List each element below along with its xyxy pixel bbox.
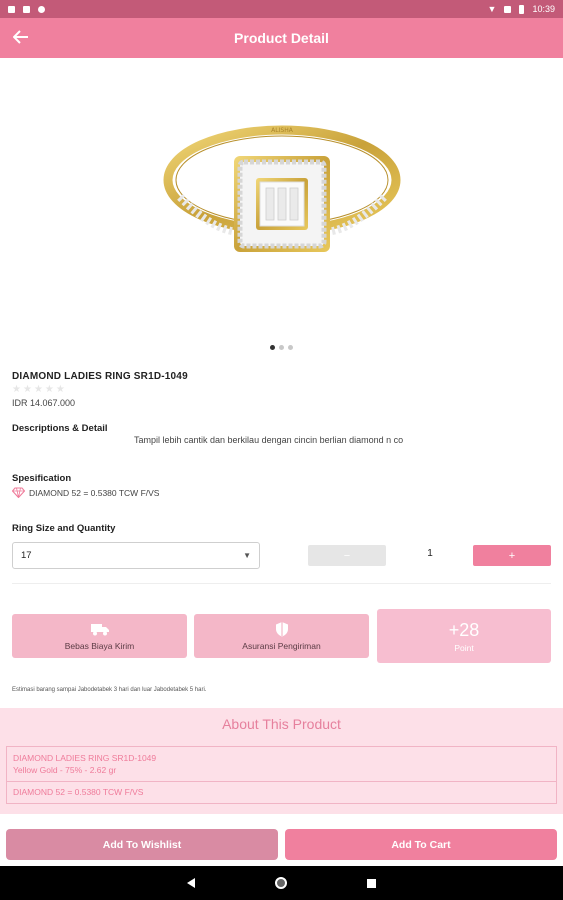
about-product-details: DIAMOND LADIES RING SR1D-1049 Yellow Gol… (6, 746, 557, 782)
back-arrow-icon[interactable] (10, 26, 32, 48)
specification-row: DIAMOND 52 = 0.5380 TCW F/VS (12, 487, 159, 498)
status-bar: ▼ 10:39 (0, 0, 563, 18)
star-icon: ★ (12, 384, 21, 395)
star-icon: ★ (44, 384, 54, 395)
about-product-section: About This Product DIAMOND LADIES RING S… (0, 708, 563, 814)
descriptions-heading: Descriptions & Detail (12, 423, 108, 434)
about-product-diamond: DIAMOND 52 = 0.5380 TCW F/VS (6, 782, 557, 804)
app-bar: Product Detail (0, 18, 563, 58)
quantity-decrease-button[interactable]: − (308, 545, 386, 566)
nav-recent-apps-icon[interactable] (367, 878, 376, 888)
chevron-down-icon: ▼ (243, 551, 251, 560)
pager-dot-3[interactable] (288, 345, 293, 350)
free-shipping-card[interactable]: Bebas Biaya Kirim (12, 614, 187, 658)
star-icon: ★ (22, 384, 32, 395)
nav-home-icon[interactable] (275, 877, 287, 889)
shipping-insurance-card[interactable]: Asuransi Pengiriman (194, 614, 369, 658)
shield-icon (275, 622, 288, 637)
about-product-material: Yellow Gold - 75% - 2.62 gr (13, 765, 117, 775)
pager-dot-2[interactable] (279, 345, 284, 350)
ring-illustration: ALISHA (163, 125, 400, 252)
star-icon: ★ (33, 384, 43, 395)
diamond-icon (12, 487, 25, 498)
divider (12, 583, 551, 584)
quantity-increase-button[interactable]: + (473, 545, 551, 566)
reward-points-value: +28 (448, 619, 480, 640)
product-image[interactable]: ALISHA (0, 58, 563, 336)
add-to-cart-button[interactable]: Add To Cart (285, 829, 557, 860)
free-shipping-label: Bebas Biaya Kirim (64, 641, 135, 651)
truck-icon (90, 624, 109, 636)
sim-icon (23, 5, 30, 13)
size-quantity-heading: Ring Size and Quantity (12, 523, 116, 534)
product-description: Tampil lebih cantik dan berkilau dengan … (134, 435, 404, 445)
ring-size-select[interactable]: 17 ▼ (12, 542, 260, 569)
quantity-value: 1 (427, 548, 433, 559)
battery-icon (519, 4, 525, 14)
pager-dot-1[interactable] (270, 345, 275, 350)
about-product-name: DIAMOND LADIES RING SR1D-1049 (13, 753, 157, 763)
signal-icon (504, 5, 512, 13)
specification-heading: Spesification (12, 473, 72, 484)
reward-points-label: Point (454, 642, 474, 653)
status-icons-left (8, 5, 45, 13)
reward-points-card[interactable]: +28 Point (377, 609, 551, 663)
star-icon: ★ (55, 384, 65, 395)
specification-value: DIAMOND 52 = 0.5380 TCW F/VS (29, 487, 160, 498)
status-time: 10:39 (532, 4, 555, 14)
ring-size-value: 17 (21, 550, 32, 561)
circle-icon (38, 5, 45, 13)
nav-back-icon[interactable] (187, 878, 195, 888)
status-icons-right: ▼ 10:39 (488, 4, 555, 14)
wifi-icon: ▼ (487, 4, 497, 14)
shipping-insurance-label: Asuransi Pengiriman (242, 641, 321, 651)
image-pager (0, 345, 563, 350)
page-title: Product Detail (234, 30, 329, 46)
notification-icon (8, 5, 15, 13)
ring-engraving: ALISHA (271, 127, 294, 134)
delivery-estimate-note: Estimasi barang sampai Jabodetabek 3 har… (12, 687, 207, 693)
product-name: DIAMOND LADIES RING SR1D-1049 (12, 371, 188, 382)
rating-stars: ★ ★ ★ ★ ★ (12, 384, 65, 395)
about-product-title: About This Product (222, 716, 341, 732)
system-nav-bar (0, 866, 563, 900)
add-to-wishlist-button[interactable]: Add To Wishlist (6, 829, 278, 860)
product-price: IDR 14.067.000 (12, 398, 76, 408)
